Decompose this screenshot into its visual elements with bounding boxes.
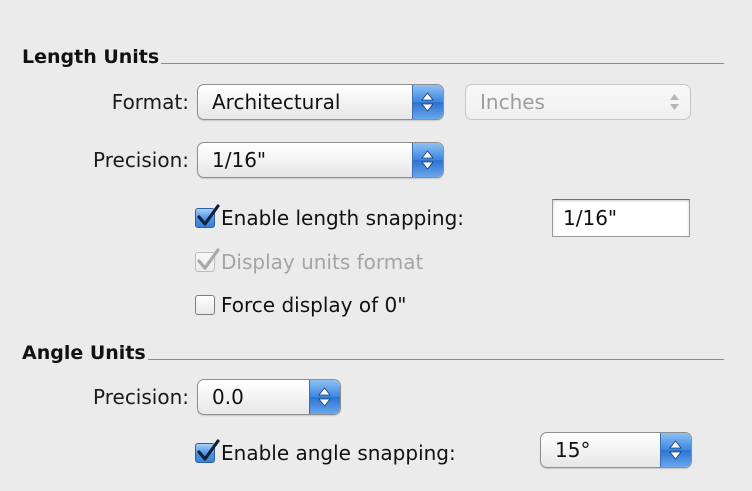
- length-snapping-checkbox[interactable]: [195, 204, 220, 228]
- length-snapping-row[interactable]: Enable length snapping:: [195, 204, 464, 230]
- angle-precision-popup[interactable]: 0.0: [197, 379, 341, 415]
- angle-precision-value: 0.0: [212, 385, 244, 409]
- format-label: Format:: [111, 90, 189, 114]
- up-down-arrows-icon: [412, 85, 443, 119]
- format-popup[interactable]: Architectural: [197, 84, 444, 120]
- force-zero-row[interactable]: Force display of 0": [195, 293, 406, 317]
- angle-precision-label: Precision:: [93, 385, 189, 409]
- length-precision-value: 1/16": [212, 148, 267, 172]
- angle-units-title: Angle Units: [22, 342, 146, 364]
- length-snapping-field[interactable]: 1/16": [552, 199, 690, 237]
- display-units-label: Display units format: [221, 250, 424, 274]
- up-down-arrows-icon: [412, 143, 443, 177]
- length-units-header: Length Units: [22, 46, 724, 68]
- unit-popup-value: Inches: [480, 90, 545, 114]
- length-precision-label: Precision:: [93, 148, 189, 172]
- up-down-arrows-icon: [660, 85, 690, 119]
- force-zero-checkbox[interactable]: [195, 295, 215, 315]
- angle-units-divider: [147, 358, 724, 360]
- display-units-checkbox: [195, 248, 220, 272]
- angle-snapping-checkbox[interactable]: [195, 439, 220, 463]
- checkmark-icon: [197, 439, 220, 461]
- up-down-arrows-icon: [660, 433, 691, 467]
- unit-popup: Inches: [465, 84, 691, 120]
- up-down-arrows-icon: [309, 380, 340, 414]
- angle-units-header: Angle Units: [22, 342, 724, 364]
- length-precision-popup[interactable]: 1/16": [197, 142, 444, 178]
- checkmark-icon: [197, 248, 220, 270]
- length-units-divider: [161, 62, 724, 64]
- length-snapping-label[interactable]: Enable length snapping:: [221, 206, 464, 230]
- angle-snapping-row[interactable]: Enable angle snapping:: [195, 439, 456, 465]
- units-preferences-panel: Length Units Format: Architectural Inche…: [0, 0, 752, 491]
- length-units-title: Length Units: [22, 46, 160, 68]
- force-zero-label[interactable]: Force display of 0": [221, 293, 406, 317]
- checkmark-icon: [197, 204, 220, 226]
- angle-snapping-label[interactable]: Enable angle snapping:: [221, 441, 456, 465]
- display-units-row: Display units format: [195, 248, 424, 274]
- format-popup-value: Architectural: [212, 90, 341, 114]
- angle-snapping-value: 15°: [555, 438, 591, 462]
- angle-snapping-popup[interactable]: 15°: [540, 432, 692, 468]
